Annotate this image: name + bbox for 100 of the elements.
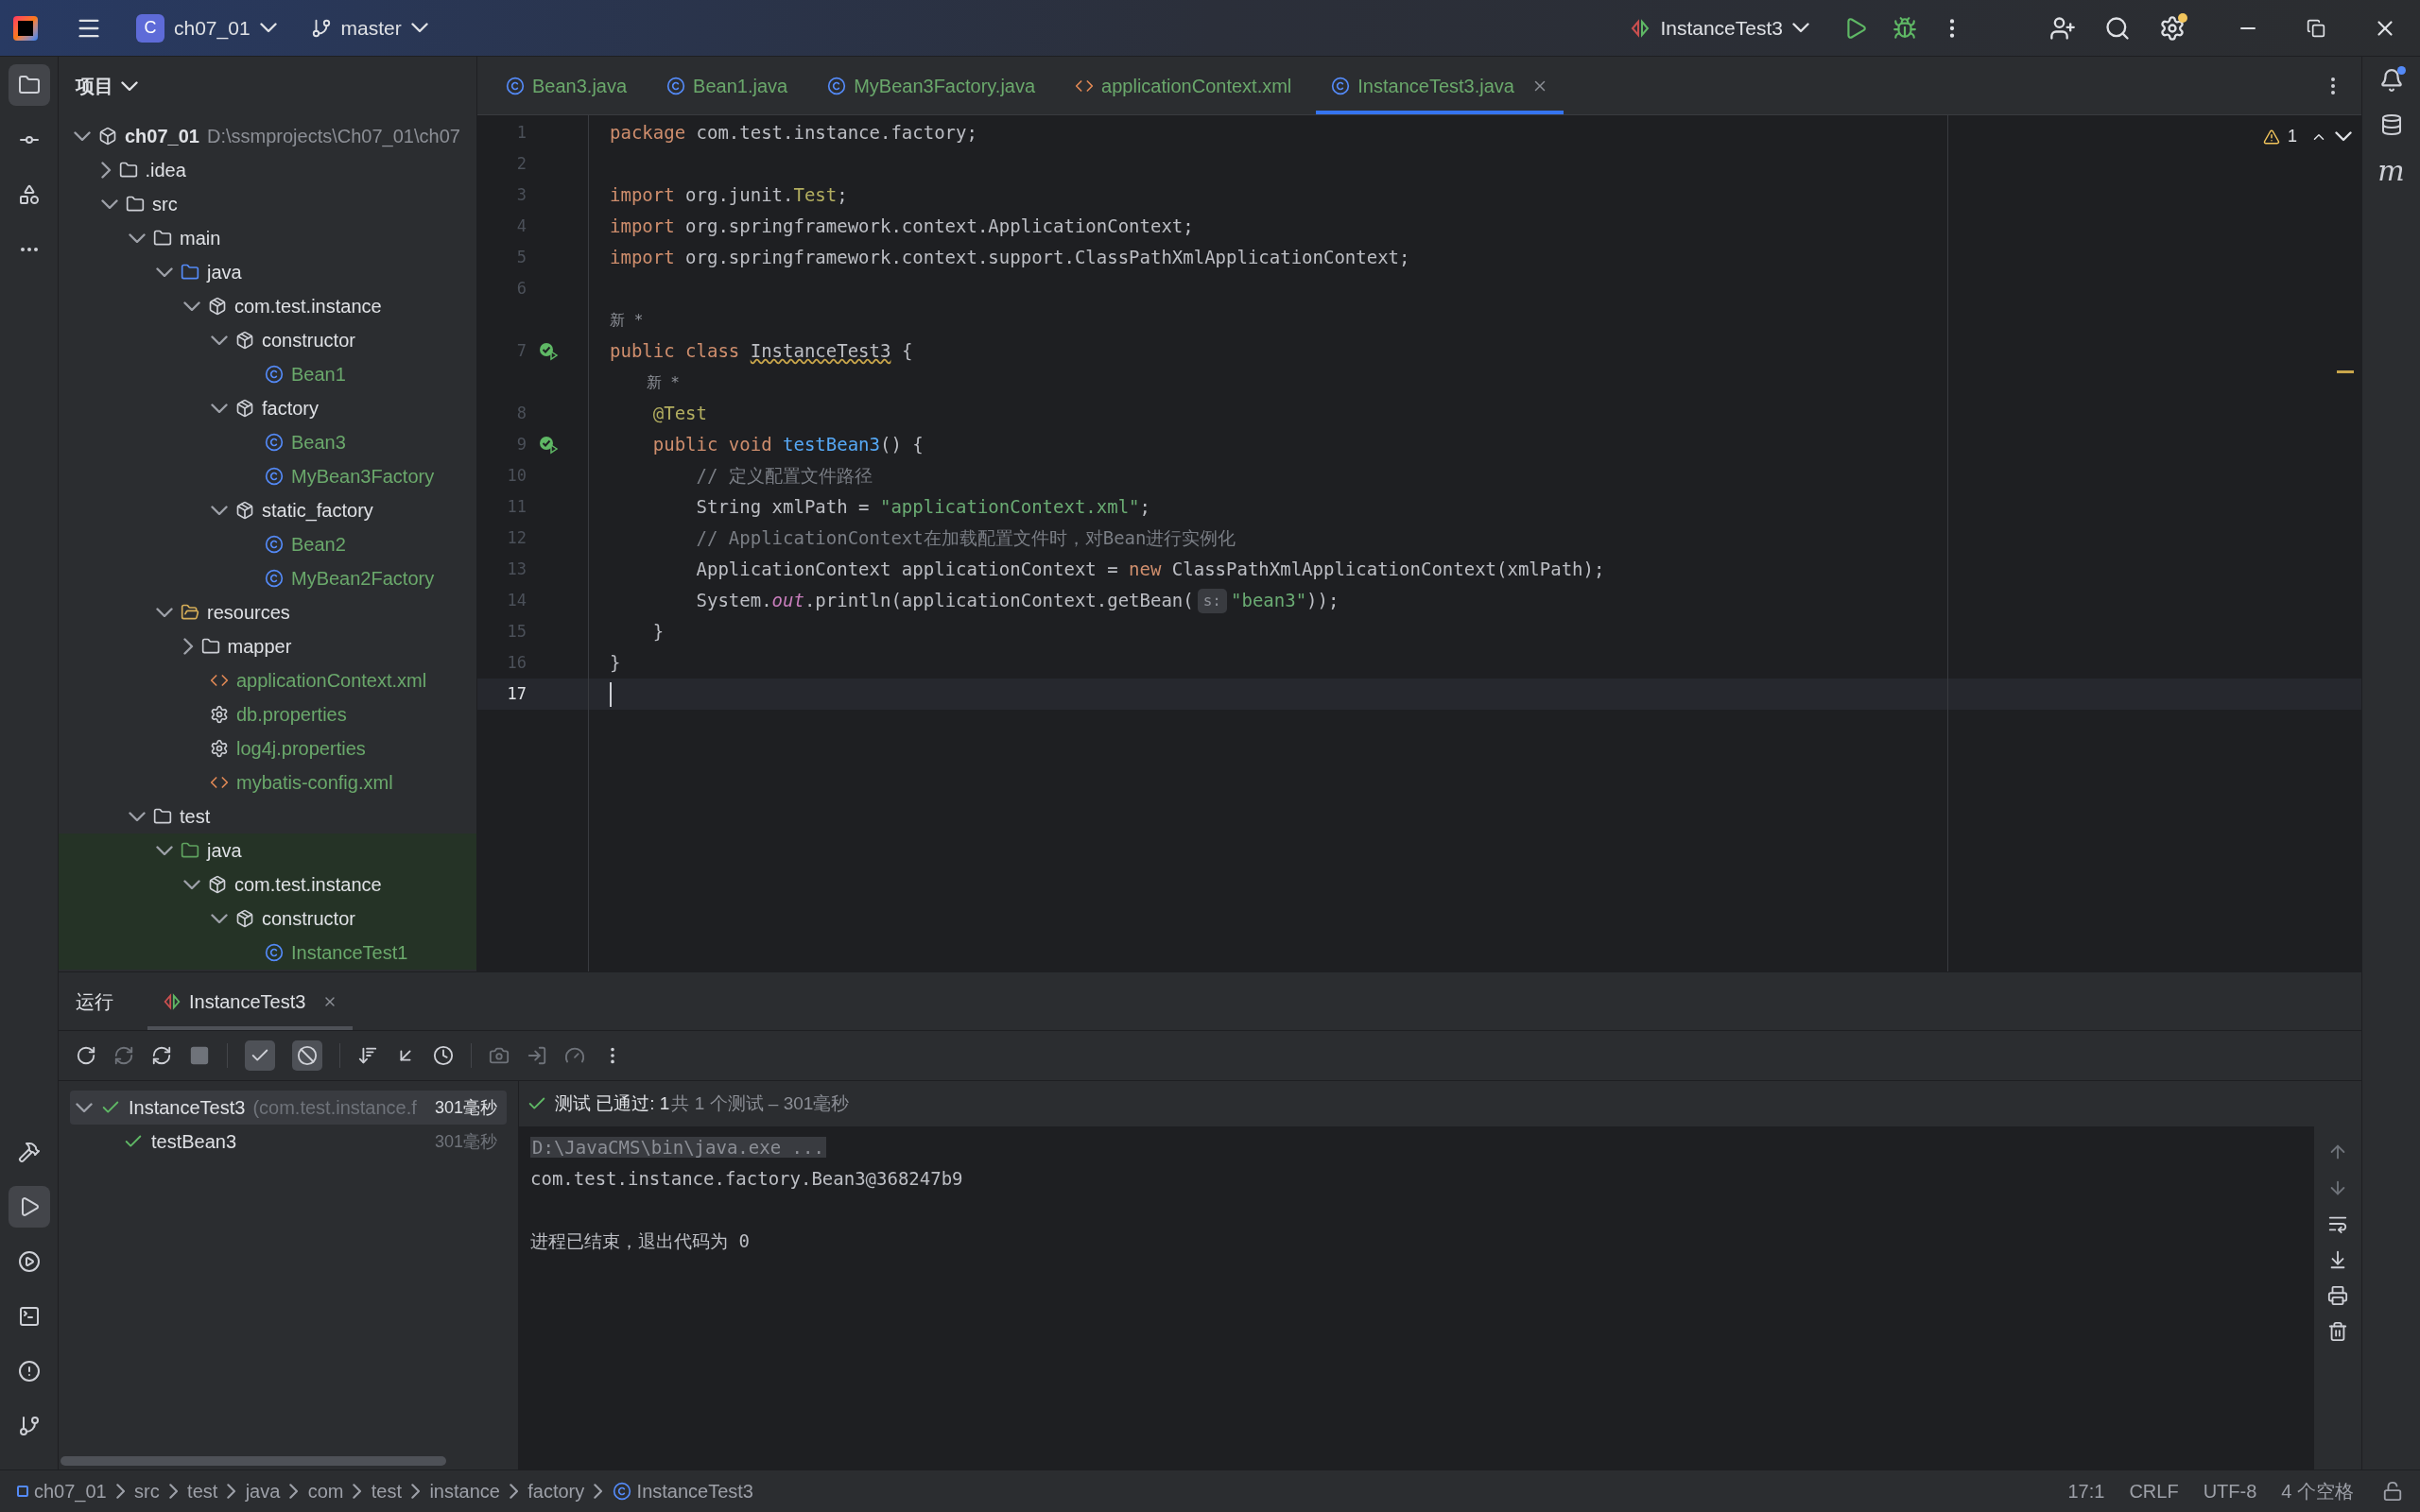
chevron-icon[interactable] <box>211 505 228 516</box>
rerun-failed-icon[interactable] <box>113 1045 134 1066</box>
tree-item[interactable]: factory <box>59 391 476 425</box>
test-row[interactable]: InstanceTest3 (com.test.instance.f 301毫秒 <box>70 1091 507 1125</box>
tree-item[interactable]: MyBean2Factory <box>59 561 476 595</box>
chevron-icon[interactable] <box>183 638 194 655</box>
run-tab[interactable]: InstanceTest3 <box>147 972 354 1030</box>
editor-tab[interactable]: applicationContext.xml <box>1060 57 1307 114</box>
file-encoding[interactable]: UTF-8 <box>2203 1477 2257 1505</box>
trash-icon[interactable] <box>2327 1321 2348 1342</box>
show-ignored-toggle[interactable] <box>292 1040 322 1071</box>
run-config-selector[interactable]: InstanceTest3 <box>1630 12 1809 43</box>
git-icon[interactable] <box>17 1415 41 1437</box>
tree-item[interactable]: mapper <box>59 629 476 663</box>
import-icon[interactable] <box>527 1045 547 1066</box>
tree-item[interactable]: java <box>59 833 476 868</box>
breadcrumb[interactable]: src <box>134 1477 160 1505</box>
chevron-icon[interactable] <box>211 403 228 414</box>
editor-tab[interactable]: Bean3.java <box>491 57 643 114</box>
chevron-icon[interactable] <box>74 130 91 142</box>
show-passed-toggle[interactable] <box>245 1040 275 1071</box>
chevron-icon[interactable] <box>129 232 146 244</box>
inspection-widget[interactable]: 1 <box>2263 121 2352 152</box>
terminal-icon[interactable] <box>17 1305 41 1328</box>
structure-icon[interactable] <box>17 183 41 206</box>
print-icon[interactable] <box>2327 1285 2348 1306</box>
breadcrumb[interactable]: com <box>307 1477 344 1505</box>
add-user-icon[interactable] <box>2049 14 2076 42</box>
chevron-icon[interactable] <box>101 198 118 210</box>
hammer-icon[interactable] <box>17 1141 41 1163</box>
cursor-position[interactable]: 17:1 <box>2067 1477 2105 1505</box>
item-label: resources <box>207 601 290 625</box>
breadcrumb[interactable]: test <box>187 1477 218 1505</box>
run-test-icon[interactable] <box>538 434 559 455</box>
restore-icon[interactable] <box>2307 18 2325 38</box>
tree-item[interactable]: MyBean3Factory <box>59 459 476 493</box>
breadcrumb[interactable]: instance <box>429 1477 500 1505</box>
debug-icon[interactable] <box>1893 15 1917 41</box>
tree-item[interactable]: static_factory <box>59 493 476 527</box>
chevron-icon[interactable] <box>183 879 200 890</box>
run-test-icon[interactable] <box>538 340 559 362</box>
tree-item[interactable]: java <box>59 255 476 289</box>
tree-item[interactable]: .idea <box>59 153 476 187</box>
services-icon[interactable] <box>17 1250 41 1273</box>
tree-item[interactable]: constructor <box>59 323 476 357</box>
history-icon[interactable] <box>433 1045 454 1066</box>
search-icon[interactable] <box>2104 14 2131 42</box>
tree-item[interactable]: Bean2 <box>59 527 476 561</box>
branch-selector[interactable]: master <box>310 12 428 43</box>
tree-item[interactable]: log4j.properties <box>59 731 476 765</box>
toggle-auto-test-icon[interactable] <box>151 1045 172 1066</box>
sort-icon[interactable] <box>357 1045 378 1066</box>
breadcrumb[interactable]: InstanceTest3 <box>612 1477 753 1505</box>
tree-item[interactable]: src <box>59 187 476 221</box>
stop-icon[interactable] <box>189 1045 210 1066</box>
settings-icon[interactable] <box>2159 14 2186 42</box>
tree-item[interactable]: applicationContext.xml <box>59 663 476 697</box>
breadcrumb[interactable]: java <box>245 1477 281 1505</box>
tree-item[interactable]: ch07_01 D:\ssmprojects\Ch07_01\ch07 <box>59 119 476 153</box>
indent-setting[interactable]: 4 个空格 <box>2281 1477 2354 1505</box>
project-selector[interactable]: C ch07_01 <box>136 12 277 43</box>
warning-icon <box>2263 128 2280 146</box>
chevron-icon[interactable] <box>211 913 228 924</box>
tree-item[interactable]: resources <box>59 595 476 629</box>
tree-item[interactable]: constructor <box>59 902 476 936</box>
tree-item[interactable]: main <box>59 221 476 255</box>
maven-button[interactable]: m <box>2377 157 2405 185</box>
tree-item[interactable]: Bean1 <box>59 357 476 391</box>
chevron-icon[interactable] <box>156 607 173 618</box>
camera-icon[interactable] <box>489 1045 510 1066</box>
chevron-icon[interactable] <box>156 845 173 856</box>
notifications-icon[interactable] <box>2378 68 2404 93</box>
chevron-icon[interactable] <box>156 266 173 278</box>
tree-item[interactable]: com.test.instance <box>59 868 476 902</box>
tree-item[interactable]: Bean3 <box>59 425 476 459</box>
tree-item[interactable]: mybatis-config.xml <box>59 765 476 799</box>
breadcrumb[interactable]: test <box>371 1477 403 1505</box>
rerun-icon[interactable] <box>76 1045 96 1066</box>
lock-icon[interactable] <box>2382 1481 2403 1502</box>
editor-tab[interactable]: MyBean3Factory.java <box>812 57 1051 114</box>
chevron-icon[interactable] <box>129 811 146 822</box>
tree-item[interactable]: db.properties <box>59 697 476 731</box>
problems-icon[interactable] <box>17 1360 41 1383</box>
chevron-icon[interactable] <box>183 301 200 312</box>
editor-tab[interactable]: Bean1.java <box>651 57 804 114</box>
scrollbar[interactable] <box>60 1456 446 1466</box>
breadcrumb[interactable]: ch07_01 <box>17 1477 107 1505</box>
folder-icon[interactable] <box>17 74 41 96</box>
tree-item[interactable]: InstanceTest1 <box>59 936 476 970</box>
tree-item[interactable]: test <box>59 799 476 833</box>
code-token: org.springframework.context.ApplicationContext; <box>684 215 1194 238</box>
item-label: mybatis-config.xml <box>236 771 393 795</box>
line-separator[interactable]: CRLF <box>2129 1477 2179 1505</box>
database-icon[interactable] <box>2379 113 2403 136</box>
chevron-icon[interactable] <box>101 162 112 179</box>
test-row[interactable]: testBean3 301毫秒 <box>70 1125 507 1159</box>
chevron-icon[interactable] <box>211 335 228 346</box>
panel-title[interactable]: 项目 <box>59 57 476 115</box>
breadcrumb[interactable]: factory <box>527 1477 585 1505</box>
tree-item[interactable]: com.test.instance <box>59 289 476 323</box>
